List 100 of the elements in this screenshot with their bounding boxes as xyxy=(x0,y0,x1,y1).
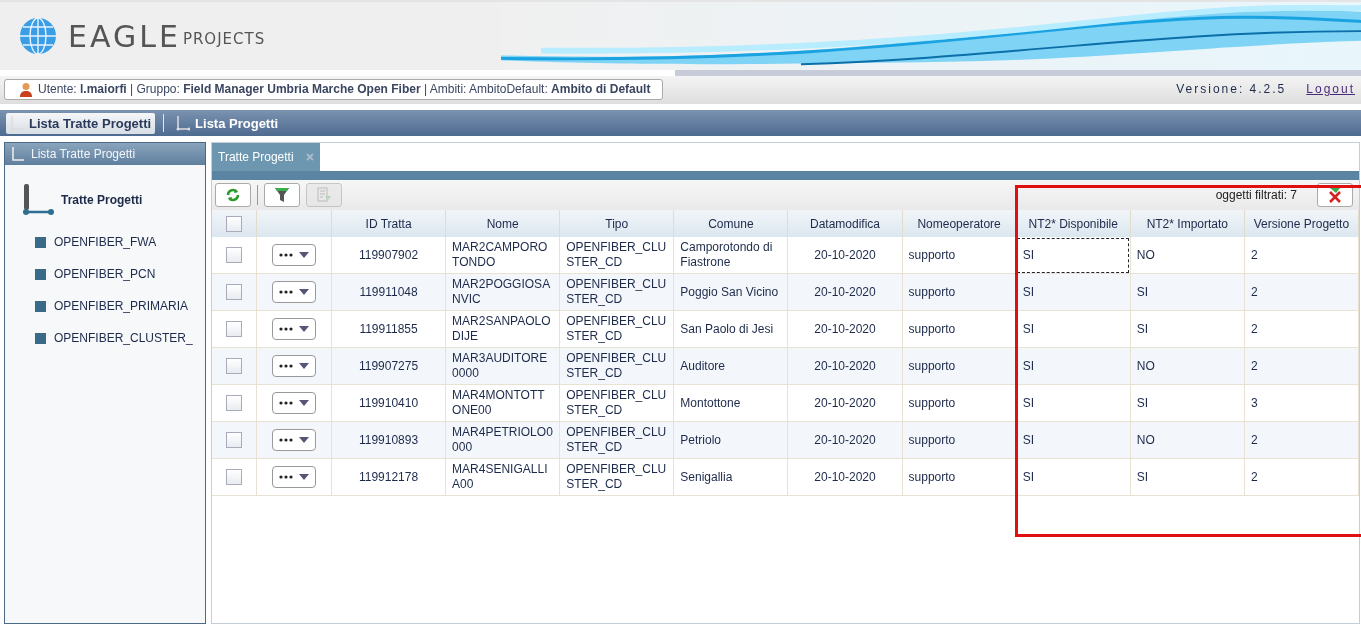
funnel-icon xyxy=(274,187,290,203)
table-cell: 119907902 xyxy=(331,237,446,274)
column-header[interactable]: Versione Progetto xyxy=(1244,210,1359,237)
square-icon xyxy=(35,268,46,280)
tree-item[interactable]: OPENFIBER_PRIMARIA xyxy=(54,299,189,313)
more-icon xyxy=(279,327,293,331)
table-cell: supporto xyxy=(902,458,1017,496)
table-cell: Camporotondo di Fiastrone xyxy=(673,237,788,274)
caret-icon xyxy=(299,252,309,258)
table-cell: 119912178 xyxy=(331,458,446,496)
tree-item[interactable]: Tratte Progetti xyxy=(61,193,143,207)
table-cell: SI xyxy=(1016,384,1131,422)
checkbox[interactable] xyxy=(226,215,242,232)
tree-item[interactable]: OPENFIBER_PCN xyxy=(54,267,156,281)
square-icon xyxy=(35,332,46,344)
row-actions-dropdown[interactable] xyxy=(272,466,316,488)
table-cell: MAR2POGGIOSANVIC xyxy=(445,273,560,311)
table-cell: NO xyxy=(1130,421,1245,459)
column-header[interactable]: Nome xyxy=(445,210,560,237)
more-icon xyxy=(279,438,293,442)
more-icon xyxy=(279,290,293,294)
axis-icon xyxy=(11,146,25,162)
nav-tab[interactable]: Lista Progetti xyxy=(172,112,283,134)
caret-icon xyxy=(299,289,309,295)
table-cell: SI xyxy=(1016,310,1131,348)
caret-icon xyxy=(299,400,309,406)
table-cell: 2 xyxy=(1244,347,1359,385)
logout-link[interactable]: Logout xyxy=(1306,82,1355,96)
column-header[interactable]: Datamodifica xyxy=(787,210,903,237)
column-header[interactable]: NT2* Importato xyxy=(1130,210,1245,237)
table-cell: MAR2CAMPOROTONDO xyxy=(445,237,560,274)
table-cell: SI xyxy=(1016,237,1131,274)
table-cell: OPENFIBER_CLUSTER_CD xyxy=(559,347,674,385)
refresh-button[interactable] xyxy=(215,183,251,207)
table-cell: OPENFIBER_CLUSTER_CD xyxy=(559,237,674,274)
table-cell: NO xyxy=(1130,237,1245,274)
table-cell: 119907275 xyxy=(331,347,446,385)
row-actions-dropdown[interactable] xyxy=(272,355,316,377)
caret-icon xyxy=(299,363,309,369)
table-cell: SI xyxy=(1016,458,1131,496)
checkbox[interactable] xyxy=(226,395,242,411)
table-cell: 119911048 xyxy=(331,273,446,311)
table-cell: MAR3AUDITORE0000 xyxy=(445,347,560,385)
table-cell: SI xyxy=(1130,310,1245,348)
checkbox[interactable] xyxy=(226,284,242,300)
table-cell: supporto xyxy=(902,384,1017,422)
column-header[interactable]: Comune xyxy=(673,210,788,237)
column-header[interactable]: Nomeoperatore xyxy=(902,210,1017,237)
caret-icon xyxy=(299,474,309,480)
table-cell: OPENFIBER_CLUSTER_CD xyxy=(559,310,674,348)
row-actions-dropdown[interactable] xyxy=(272,318,316,340)
table-cell: 2 xyxy=(1244,421,1359,459)
checkbox[interactable] xyxy=(226,432,242,448)
table-cell: supporto xyxy=(902,421,1017,459)
more-icon xyxy=(279,253,293,257)
table-cell: 2 xyxy=(1244,310,1359,348)
table-cell: 119910893 xyxy=(331,421,446,459)
user-icon xyxy=(19,81,33,97)
checkbox[interactable] xyxy=(226,247,242,263)
table-cell: Poggio San Vicino xyxy=(673,273,788,311)
row-actions-dropdown[interactable] xyxy=(272,281,316,303)
nav-tab[interactable]: Lista Tratte Progetti xyxy=(6,112,156,134)
user-info-text: Utente: l.maiorfi | Gruppo: Field Manager Umbria Marche Open Fiber | Ambiti: AmbitoDefault: Ambito di Default xyxy=(38,82,651,96)
row-actions-dropdown[interactable] xyxy=(272,244,316,266)
table-cell: 20-10-2020 xyxy=(787,384,903,422)
globe-logo-icon xyxy=(18,16,58,56)
filter-button[interactable] xyxy=(264,183,300,207)
table-cell: OPENFIBER_CLUSTER_CD xyxy=(559,421,674,459)
table-cell: SI xyxy=(1016,273,1131,311)
axis-icon xyxy=(176,115,191,131)
tree-item[interactable]: OPENFIBER_CLUSTER_ xyxy=(54,331,193,345)
column-header[interactable]: Tipo xyxy=(559,210,674,237)
square-icon xyxy=(35,300,46,312)
square-icon xyxy=(35,236,46,248)
row-actions-dropdown[interactable] xyxy=(272,392,316,414)
caret-icon xyxy=(299,437,309,443)
checkbox[interactable] xyxy=(226,469,242,485)
table-cell: Senigallia xyxy=(673,458,788,496)
table-cell: NO xyxy=(1130,347,1245,385)
table-cell: OPENFIBER_CLUSTER_CD xyxy=(559,458,674,496)
table-cell: Auditore xyxy=(673,347,788,385)
table-cell: 20-10-2020 xyxy=(787,347,903,385)
row-actions-dropdown[interactable] xyxy=(272,429,316,451)
checkbox[interactable] xyxy=(226,321,242,337)
route-icon xyxy=(21,183,55,217)
column-header[interactable]: NT2* Disponibile xyxy=(1016,210,1131,237)
logo-text: EAGLE xyxy=(68,18,181,54)
table-cell: MAR4SENIGALLIA00 xyxy=(445,458,560,496)
table-cell: supporto xyxy=(902,347,1017,385)
version-text: Versione: 4.2.5 xyxy=(1176,82,1287,96)
more-icon xyxy=(279,401,293,405)
table-cell: 20-10-2020 xyxy=(787,237,903,274)
table-cell: 20-10-2020 xyxy=(787,273,903,311)
table-cell: 119911855 xyxy=(331,310,446,348)
column-header[interactable]: ID Tratta xyxy=(331,210,446,237)
tree-item[interactable]: OPENFIBER_FWA xyxy=(54,235,157,249)
checkbox[interactable] xyxy=(226,358,242,374)
table-cell: SI xyxy=(1016,421,1131,459)
table-cell: MAR4MONTOTTONE00 xyxy=(445,384,560,422)
table-cell: Petriolo xyxy=(673,421,788,459)
